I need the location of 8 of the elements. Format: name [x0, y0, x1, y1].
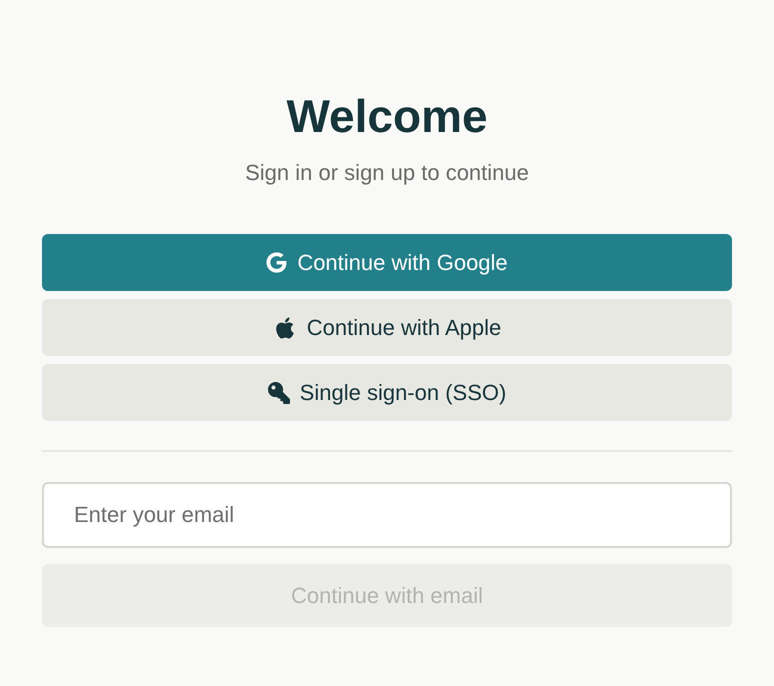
email-field[interactable]: Enter your email [42, 482, 732, 548]
page-title: Welcome [286, 89, 488, 144]
apple-sign-in-button[interactable]: Continue with Apple [42, 299, 732, 356]
key-icon [268, 382, 290, 404]
google-sign-in-button[interactable]: Continue with Google [42, 234, 732, 291]
sso-sign-in-button[interactable]: Single sign-on (SSO) [42, 364, 732, 421]
google-icon [266, 252, 288, 273]
subtitle: Sign in or sign up to continue [245, 160, 529, 186]
